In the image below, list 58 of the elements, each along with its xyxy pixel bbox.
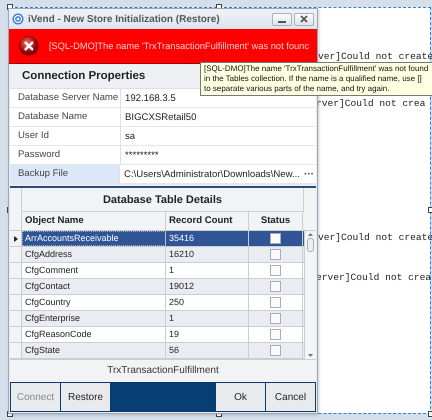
scroll-up-icon (308, 233, 313, 236)
row-pointer-icon (14, 236, 18, 242)
property-value: BIGCXSRetail50 (125, 112, 198, 122)
property-label: Password (10, 146, 121, 164)
checkbox[interactable] (270, 249, 281, 260)
error-icon (19, 34, 39, 58)
table-cell[interactable]: CfgReasonCode (22, 327, 166, 342)
window-title: iVend - New Store Initialization (Restore) (28, 14, 221, 24)
app-icon (12, 13, 24, 25)
table-cell[interactable]: CfgState (22, 343, 166, 358)
close-icon (300, 15, 308, 23)
table-cell: 1 (166, 263, 249, 278)
browse-button[interactable]: ··· (302, 168, 316, 180)
column-header[interactable]: Status (249, 212, 303, 230)
column-header[interactable]: Object Name (22, 212, 166, 230)
checkbox[interactable] (270, 329, 281, 340)
console-text: erver]Could not crea (316, 272, 432, 283)
checkbox[interactable] (270, 297, 281, 308)
minimize-button[interactable] (272, 12, 292, 26)
scroll-down-icon (308, 354, 313, 357)
status-label: TrxTransactionFulfillment (10, 359, 316, 382)
property-label: Backup File (10, 165, 120, 183)
action-button[interactable]: Restore (61, 383, 110, 411)
checkbox[interactable] (270, 345, 281, 356)
checkbox[interactable] (270, 313, 281, 324)
table-cell[interactable]: ArrAccountsReceivable (22, 231, 166, 246)
table-cell[interactable]: CfgCountry (22, 295, 166, 310)
table-cell[interactable]: CfgContact (22, 279, 166, 294)
scrollbar[interactable] (304, 231, 316, 359)
tooltip: [SQL-DMO]The name 'TrxTransactionFulfillment' was not found in the Tables collection. If the name is a qualified name, use [] to separate various parts of the name, and try again. (200, 62, 432, 96)
property-label: Database Name (10, 108, 121, 126)
property-value: sa (125, 130, 136, 142)
checkbox[interactable] (270, 265, 281, 276)
table-cell[interactable]: CfgEnterprise (22, 311, 166, 326)
close-button[interactable] (294, 12, 314, 26)
error-message: [SQL-DMO]The name 'TrxTransactionFulfillment' was not founc (48, 41, 309, 51)
table-cell[interactable]: CfgComment (22, 263, 166, 278)
table-cell: 56 (166, 343, 249, 358)
property-value: 192.168.3.5 (125, 92, 177, 104)
column-header[interactable]: Record Count (166, 212, 249, 230)
property-label: User Id (10, 127, 121, 145)
table-cell: 16210 (166, 247, 249, 262)
property-value: ********* (125, 150, 160, 160)
action-button[interactable]: Ok (216, 383, 265, 411)
table-cell: 19 (166, 327, 249, 342)
checkbox[interactable] (270, 281, 281, 292)
table-cell: 35416 (166, 231, 249, 246)
row-header[interactable] (10, 231, 22, 246)
table-cell: 250 (166, 295, 249, 310)
console-text: rver]Could not crea (316, 98, 426, 109)
property-label: Database Server Name (10, 89, 121, 107)
scroll-thumb[interactable] (307, 238, 314, 252)
property-value: C:\Users\Administrator\Downloads\New... (124, 168, 300, 180)
action-button[interactable]: Cancel (266, 383, 315, 411)
table-cell[interactable]: CfgAddress (22, 247, 166, 262)
checkbox[interactable] (270, 233, 281, 244)
table-cell: 1 (166, 311, 249, 326)
table-cell: 19012 (166, 279, 249, 294)
